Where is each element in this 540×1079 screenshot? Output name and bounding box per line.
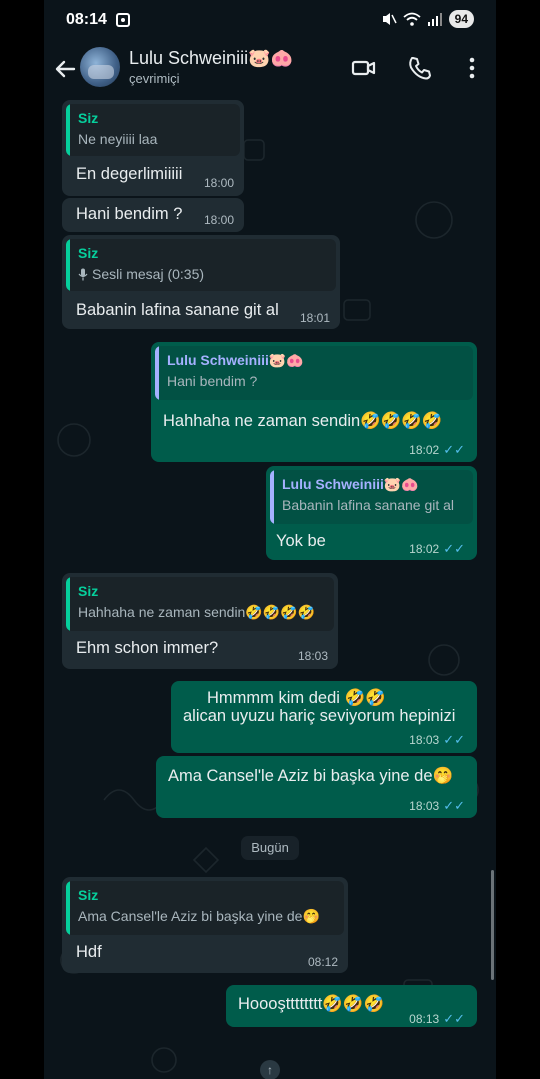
contact-name[interactable]: Lulu Schweiniii🐷🐽 <box>129 48 293 69</box>
battery-indicator: 94 <box>448 10 474 28</box>
voice-message-label: Sesli mesaj (0:35) <box>92 266 205 282</box>
message-bubble-outgoing[interactable]: Hmmmm kim dedi 🤣🤣 alican uyuzu hariç sev… <box>171 681 477 753</box>
scrollbar[interactable] <box>491 870 494 980</box>
message-bubble-outgoing[interactable]: Lulu Schweiniii🐷🐽 Babanin lafina sanane … <box>266 466 477 560</box>
time-label: 18:03 <box>297 649 328 663</box>
message-bubble-outgoing[interactable]: Ama Cansel'le Aziz bi başka yine de🤭 18:… <box>156 756 477 818</box>
message-text-line-1: Hmmmm kim dedi 🤣🤣 <box>207 689 386 707</box>
quoted-reply[interactable]: Lulu Schweiniii🐷🐽 Babanin lafina sanane … <box>270 470 473 524</box>
double-check-icon: ✓✓ <box>443 541 465 556</box>
message-time: 08:13 ✓✓ <box>409 1011 465 1027</box>
quote-author: Siz <box>78 887 99 903</box>
message-bubble-outgoing[interactable]: Lulu Schweiniii🐷🐽 Hani bendim ? Hahhaha … <box>151 342 477 462</box>
status-time: 08:14 <box>66 11 107 28</box>
message-bubble-outgoing[interactable]: Hoooştttttttt🤣🤣🤣 08:13 ✓✓ <box>226 985 477 1027</box>
message-text: Hdf <box>76 943 102 961</box>
microphone-icon <box>78 268 88 280</box>
quote-text: Hahhaha ne zaman sendin🤣🤣🤣🤣 <box>78 604 316 620</box>
quote-author: Siz <box>78 583 99 599</box>
message-time: 18:00 <box>204 213 234 227</box>
message-text: Hahhaha ne zaman sendin🤣🤣🤣🤣 <box>163 412 443 430</box>
time-label: 18:00 <box>203 213 234 227</box>
screen-record-icon <box>116 13 130 27</box>
message-text: Hani bendim ? <box>76 205 183 223</box>
message-time: 18:01 <box>300 311 330 325</box>
quote-text: Hani bendim ? <box>167 373 258 389</box>
more-options-icon[interactable] <box>458 54 486 82</box>
message-text: En degerlimiiiii <box>76 165 183 183</box>
time-label: 18:02 <box>409 443 440 457</box>
message-time: 18:00 <box>204 176 234 190</box>
message-time: 18:03 <box>298 649 328 663</box>
message-text: Babanin lafina sanane git al <box>76 301 279 319</box>
message-text: Ama Cansel'le Aziz bi başka yine de🤭 <box>168 767 454 785</box>
video-call-icon[interactable] <box>350 54 378 82</box>
message-time: 18:03 ✓✓ <box>409 798 465 814</box>
status-bar: 08:14 94 <box>44 0 496 40</box>
quote-author: Siz <box>78 245 99 261</box>
double-check-icon: ✓✓ <box>443 732 465 747</box>
quoted-reply[interactable]: Siz Sesli mesaj (0:35) <box>66 239 336 291</box>
quote-text: Ne neyiiii laa <box>78 131 158 147</box>
quoted-reply[interactable]: Siz Ama Cansel'le Aziz bi başka yine de🤭 <box>66 881 344 935</box>
quote-text: Babanin lafina sanane git al <box>282 497 455 513</box>
message-time: 18:02 ✓✓ <box>409 442 465 458</box>
back-arrow-icon[interactable] <box>50 54 80 84</box>
wifi-icon <box>403 12 421 26</box>
status-icons: 94 <box>381 10 474 28</box>
voice-call-icon[interactable] <box>406 54 434 82</box>
time-label: 08:13 <box>409 1012 440 1026</box>
time-label: 08:12 <box>307 955 338 969</box>
message-time: 08:12 <box>308 955 338 969</box>
contact-avatar[interactable] <box>80 47 120 87</box>
time-label: 18:03 <box>409 799 440 813</box>
chat-screen: 08:14 94 Lulu Schweiniii🐷🐽 çevrimiçi Siz… <box>44 0 496 1079</box>
message-bubble-incoming[interactable]: Siz Ne neyiiii laa En degerlimiiiii 18:0… <box>62 100 244 196</box>
message-bubble-incoming[interactable]: Siz Ama Cansel'le Aziz bi başka yine de🤭… <box>62 877 348 973</box>
message-bubble-incoming[interactable]: Hani bendim ? 18:00 <box>62 198 244 232</box>
double-check-icon: ✓✓ <box>443 442 465 457</box>
double-check-icon: ✓✓ <box>443 798 465 813</box>
message-bubble-incoming[interactable]: Siz Hahhaha ne zaman sendin🤣🤣🤣🤣 Ehm scho… <box>62 573 338 669</box>
message-text: Yok be <box>276 532 326 550</box>
quoted-reply[interactable]: Siz Hahhaha ne zaman sendin🤣🤣🤣🤣 <box>66 577 334 631</box>
time-label: 18:02 <box>409 542 440 556</box>
message-time: 18:03 ✓✓ <box>409 732 465 748</box>
chat-header: Lulu Schweiniii🐷🐽 çevrimiçi <box>44 40 496 98</box>
signal-icon <box>427 13 442 26</box>
message-time: 18:02 ✓✓ <box>409 541 465 557</box>
quote-author: Lulu Schweiniii🐷🐽 <box>167 352 304 368</box>
message-text-line-2: alican uyuzu hariç seviyorum hepinizi <box>183 707 456 725</box>
quoted-reply[interactable]: Siz Ne neyiiii laa <box>66 104 240 156</box>
quoted-reply[interactable]: Lulu Schweiniii🐷🐽 Hani bendim ? <box>155 346 473 400</box>
mute-icon <box>382 13 397 25</box>
double-check-icon: ✓✓ <box>443 1011 465 1026</box>
quote-author: Lulu Schweiniii🐷🐽 <box>282 476 419 492</box>
quote-text: Ama Cansel'le Aziz bi başka yine de🤭 <box>78 908 320 924</box>
quote-text: Sesli mesaj (0:35) <box>78 266 204 282</box>
message-text: Ehm schon immer? <box>76 639 219 657</box>
contact-status: çevrimiçi <box>129 71 180 86</box>
scroll-down-icon[interactable]: ↑ <box>260 1060 280 1079</box>
time-label: 18:00 <box>203 176 234 190</box>
time-label: 18:01 <box>299 311 330 325</box>
time-label: 18:03 <box>409 733 440 747</box>
date-divider: Bugün <box>241 836 299 860</box>
message-bubble-incoming[interactable]: Siz Sesli mesaj (0:35) Babanin lafina sa… <box>62 235 340 329</box>
message-text: Hoooştttttttt🤣🤣🤣 <box>238 995 385 1013</box>
quote-author: Siz <box>78 110 99 126</box>
